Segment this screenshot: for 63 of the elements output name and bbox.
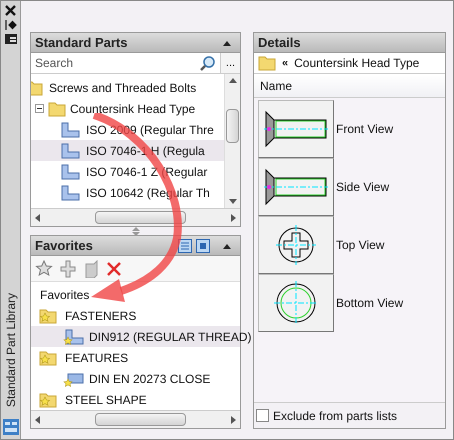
star-folder-icon [39,308,57,324]
collapse-icon[interactable] [35,104,44,113]
add-folder-icon[interactable] [60,260,76,278]
view-button[interactable] [258,158,334,216]
panel-title: Standard Parts [35,34,128,52]
favorites-root[interactable]: Favorites [31,286,240,305]
scroll-thumb[interactable] [95,413,186,426]
view-button[interactable] [258,216,334,274]
view-label: Top View [336,237,384,254]
folder-icon [48,100,66,116]
search-icon[interactable] [200,55,216,71]
breadcrumb-path[interactable]: Countersink Head Type [294,54,420,72]
palette-icon[interactable] [2,419,18,435]
add-star-icon[interactable] [35,260,53,278]
favorite-item[interactable]: DIN EN 20273 CLOSE [89,370,210,388]
palette-title: Standard Part Library [2,292,18,407]
view-label: Bottom View [336,295,404,312]
vertical-scrollbar[interactable] [224,74,240,208]
part-icon [59,120,81,138]
checkbox[interactable] [256,409,269,422]
scroll-left-icon[interactable] [35,416,41,424]
star-folder-icon [39,392,57,408]
scroll-down-icon[interactable] [228,199,236,204]
part-icon [59,162,81,180]
collapse-arrow-icon[interactable] [222,40,232,46]
scroll-right-icon[interactable] [230,214,236,222]
horizontal-scrollbar[interactable] [31,410,240,428]
scroll-left-icon[interactable] [35,214,41,222]
close-icon[interactable] [5,5,16,16]
scroll-right-icon[interactable] [230,416,236,424]
horizontal-scrollbar[interactable] [31,208,240,226]
back-chevron[interactable]: « [282,54,288,72]
delete-icon[interactable] [106,260,122,276]
properties-icon[interactable] [4,34,16,44]
view-button[interactable] [258,274,334,332]
favorite-folder[interactable]: STEEL SHAPE [65,390,147,408]
favorite-folder[interactable]: FEATURES [65,348,128,366]
scroll-thumb[interactable] [226,109,239,143]
auto-hide-icon[interactable] [4,20,16,30]
view-label: Front View [336,121,394,138]
list-view-icon[interactable] [178,238,192,252]
part-icon [63,328,85,346]
part-icon [59,184,81,202]
splitter-grip-icon[interactable] [132,226,140,236]
view-button[interactable] [258,100,334,158]
part-icon [59,142,81,160]
scroll-up-icon[interactable] [228,78,236,83]
icon-view-icon[interactable] [196,238,210,252]
more-button[interactable]: ... [220,53,240,73]
scroll-thumb[interactable] [95,211,186,224]
checkbox-label: Exclude from parts lists [273,408,398,424]
favorite-item[interactable]: DIN912 (REGULAR THREAD) [89,328,252,346]
move-icon[interactable] [83,260,99,278]
column-header[interactable]: Name [260,76,292,94]
panel-title: Details [258,34,302,52]
panel-title: Favorites [35,236,94,255]
tree-item[interactable]: Countersink Head Type [70,100,196,118]
favorite-folder[interactable]: FASTENERS [65,306,136,324]
view-label: Side View [336,179,390,196]
collapse-arrow-icon[interactable] [222,242,232,248]
tree-item[interactable]: Screws and Threaded Bolts [31,77,224,98]
star-folder-icon [39,350,57,366]
folder-icon [258,55,276,71]
